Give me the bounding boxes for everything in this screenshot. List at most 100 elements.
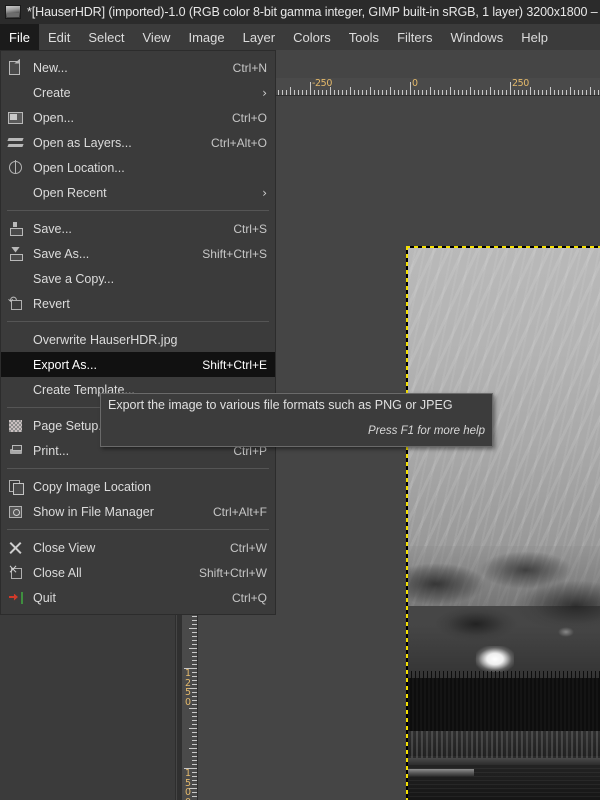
menu-item-label: Open Location... [33, 160, 125, 175]
menubar-item-label: Colors [293, 29, 331, 45]
quit-icon [7, 590, 25, 606]
menu-item-open-recent[interactable]: Open Recent › [1, 180, 275, 205]
ruler-tick [192, 716, 197, 717]
menubar-item-label: File [9, 29, 30, 45]
ruler-tick [192, 744, 197, 745]
submenu-chevron-right-icon: › [262, 185, 267, 200]
menu-item-open-as-layers[interactable]: Open as Layers... Ctrl+Alt+O [1, 130, 275, 155]
ruler-tick [192, 720, 197, 721]
ruler-tick [192, 724, 197, 725]
ruler-tick [566, 90, 567, 95]
photo-dock [406, 769, 474, 776]
menu-item-shortcut: Ctrl+S [233, 221, 267, 236]
ruler-tick [482, 90, 483, 95]
menu-item-save-as[interactable]: Save As... Shift+Ctrl+S [1, 241, 275, 266]
ruler-tick [494, 90, 495, 95]
menu-item-label: Copy Image Location [33, 479, 152, 494]
menubar-item-view[interactable]: View [134, 24, 180, 50]
menubar-item-file[interactable]: File [0, 24, 39, 50]
menu-separator [7, 210, 269, 211]
canvas-photo [406, 246, 600, 800]
menu-item-label: New... [33, 60, 68, 75]
menu-item-overwrite-hauserhdr-jpg[interactable]: Overwrite HauserHDR.jpg [1, 327, 275, 352]
ruler-tick [286, 90, 287, 95]
ruler-tick [590, 87, 591, 95]
menu-item-label: Open Recent [33, 185, 107, 200]
ruler-tick [586, 90, 587, 95]
menu-item-label: Show in File Manager [33, 504, 154, 519]
ruler-tick [192, 620, 197, 621]
ruler-tick [298, 90, 299, 95]
ruler-tick [542, 90, 543, 95]
menu-item-label: Close View [33, 540, 96, 555]
menu-item-label: Save As... [33, 246, 90, 261]
menubar-item-tools[interactable]: Tools [340, 24, 388, 50]
menu-item-show-in-file-manager[interactable]: Show in File Manager Ctrl+Alt+F [1, 499, 275, 524]
print-icon [7, 443, 25, 459]
menu-item-revert[interactable]: Revert [1, 291, 275, 316]
menu-item-open[interactable]: Open... Ctrl+O [1, 105, 275, 130]
menubar-item-layer[interactable]: Layer [234, 24, 285, 50]
menu-item-label: Open... [33, 110, 74, 125]
menu-item-label: Revert [33, 296, 70, 311]
ruler-tick [438, 90, 439, 95]
menu-item-close-view[interactable]: Close View Ctrl+W [1, 535, 275, 560]
ruler-tick [430, 87, 431, 95]
ruler-tick [282, 90, 283, 95]
ruler-tick [454, 90, 455, 95]
ruler-tick [366, 90, 367, 95]
menubar-item-image[interactable]: Image [179, 24, 233, 50]
save-icon-glyph [10, 221, 23, 236]
ruler-tick [574, 90, 575, 95]
file-manager-icon-glyph [9, 505, 22, 518]
menu-item-new[interactable]: New... Ctrl+N [1, 55, 275, 80]
gimp-wilber-icon [5, 5, 21, 19]
ruler-tick [294, 90, 295, 95]
menubar-item-help[interactable]: Help [512, 24, 557, 50]
menu-item-open-location[interactable]: Open Location... [1, 155, 275, 180]
menu-item-shortcut: Ctrl+W [230, 540, 267, 555]
ruler-label-v: 1500 [185, 769, 195, 800]
menu-item-no-icon [7, 85, 25, 101]
ruler-tick [594, 90, 595, 95]
ruler-tick [490, 87, 491, 95]
copy-icon-glyph [9, 479, 24, 495]
ruler-tick [402, 90, 403, 95]
image-canvas[interactable] [406, 246, 600, 800]
ruler-tick [466, 90, 467, 95]
menubar-item-filters[interactable]: Filters [388, 24, 441, 50]
ruler-tick [530, 87, 531, 95]
open-file-icon [7, 110, 25, 126]
menu-item-save-a-copy[interactable]: Save a Copy... [1, 266, 275, 291]
menu-item-export-as[interactable]: Export As... Shift+Ctrl+E [1, 352, 275, 377]
ruler-tick [390, 87, 391, 95]
ruler-tick [192, 640, 197, 641]
menubar-item-windows[interactable]: Windows [441, 24, 512, 50]
menu-item-save[interactable]: Save... Ctrl+S [1, 216, 275, 241]
menu-item-label: Overwrite HauserHDR.jpg [33, 332, 178, 347]
ruler-tick [370, 87, 371, 95]
menubar-item-select[interactable]: Select [79, 24, 133, 50]
menubar-item-edit[interactable]: Edit [39, 24, 79, 50]
ruler-tick [538, 90, 539, 95]
ruler-tick [342, 90, 343, 95]
menu-item-no-icon [7, 357, 25, 373]
menu-item-copy-image-location[interactable]: Copy Image Location [1, 474, 275, 499]
new-file-icon-glyph [9, 60, 20, 75]
menu-item-create[interactable]: Create › [1, 80, 275, 105]
ruler-tick [362, 90, 363, 95]
print-icon-glyph [9, 444, 23, 457]
menubar-item-colors[interactable]: Colors [284, 24, 340, 50]
ruler-tick [374, 90, 375, 95]
ruler-tick [474, 90, 475, 95]
ruler-tick [378, 90, 379, 95]
ruler-label-h: 0 [412, 78, 418, 89]
ruler-tick [326, 90, 327, 95]
menu-item-close-all[interactable]: Close All Shift+Ctrl+W [1, 560, 275, 585]
ruler-tick [306, 90, 307, 95]
quit-icon-glyph [9, 591, 24, 604]
ruler-tick [192, 616, 197, 617]
ruler-tick [434, 90, 435, 95]
ruler-tick [354, 90, 355, 95]
menu-item-quit[interactable]: Quit Ctrl+Q [1, 585, 275, 610]
